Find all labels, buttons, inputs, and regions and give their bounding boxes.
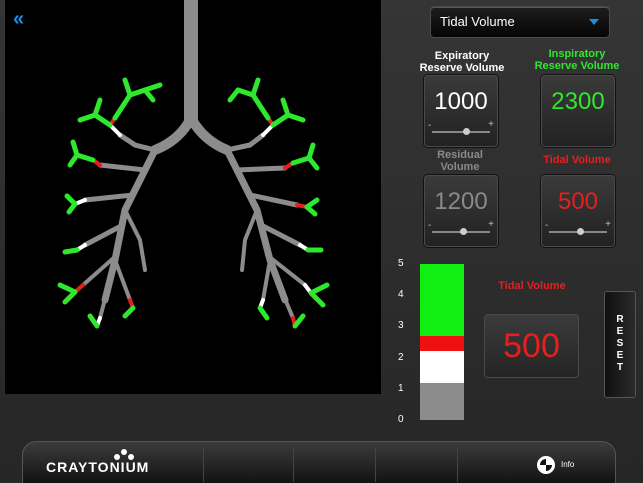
bar-segment-expiratory-reserve xyxy=(420,351,464,383)
lung-diagram-panel: « xyxy=(5,0,381,394)
erv-plus[interactable]: + xyxy=(488,119,494,130)
tidal-display-value: 500 xyxy=(503,327,560,365)
tidal-display-box: 500 xyxy=(484,314,579,378)
dropdown-selected-label: Tidal Volume xyxy=(440,14,515,29)
erv-label-line1: Expiratory xyxy=(434,50,490,62)
airway-trunk xyxy=(81,0,307,320)
info-lifebuoy-icon[interactable] xyxy=(537,456,555,474)
irv-label-line1: Inspiratory xyxy=(548,48,606,60)
view-select-dropdown[interactable]: Tidal Volume xyxy=(430,6,610,38)
irv-label: Inspiratory Reserve Volume xyxy=(532,48,622,72)
tv-value-box[interactable]: 500 - + xyxy=(541,175,615,247)
rv-label-line2: Volume xyxy=(440,161,480,173)
irv-label-line2: Reserve Volume xyxy=(534,60,620,72)
logo-dots-icon xyxy=(114,449,134,460)
bar-segment-inspiratory-reserve xyxy=(420,264,464,336)
bar-axis-tick: 5 xyxy=(398,258,404,269)
info-label[interactable]: Info xyxy=(561,460,574,469)
rv-slider-knob[interactable] xyxy=(460,228,468,235)
bar-axis-tick: 3 xyxy=(398,320,404,332)
erv-label-line2: Reserve Volume xyxy=(419,62,505,74)
erv-slider-track[interactable] xyxy=(432,131,490,133)
irv-value-box: 2300 xyxy=(541,75,615,147)
bar-axis-tick: 2 xyxy=(398,351,404,363)
tv-plus[interactable]: + xyxy=(605,219,611,230)
tv-label: Tidal Volume xyxy=(543,154,611,166)
bar-axis-tick: 4 xyxy=(398,289,404,301)
lung-airways-illustration xyxy=(57,0,330,329)
airway-branch-tips xyxy=(73,116,313,328)
irv-value: 2300 xyxy=(551,88,605,115)
toolbar-divider xyxy=(457,448,458,482)
erv-slider-knob[interactable] xyxy=(463,128,471,135)
rv-plus[interactable]: + xyxy=(488,219,494,230)
rv-label: Residual Volume xyxy=(418,149,502,173)
erv-value-box[interactable]: 1000 - + xyxy=(424,75,498,147)
toolbar-divider xyxy=(375,448,376,482)
rv-value-box[interactable]: 1200 - + xyxy=(424,175,498,247)
tv-minus[interactable]: - xyxy=(545,220,548,231)
tv-value: 500 xyxy=(557,188,599,215)
reset-button[interactable]: RESET xyxy=(604,291,636,398)
tidal-display-label: Tidal Volume xyxy=(498,280,566,292)
rv-value: 1200 xyxy=(434,188,488,215)
bar-axis-tick: 1 xyxy=(398,382,404,394)
bar-segment-residual xyxy=(420,382,464,420)
tv-slider-knob[interactable] xyxy=(577,228,585,235)
bar-axis-tick: 0 xyxy=(398,414,404,425)
erv-value: 1000 xyxy=(434,88,488,115)
rv-minus[interactable]: - xyxy=(428,220,431,231)
toolbar-divider xyxy=(203,448,204,482)
bar-segment-tidal xyxy=(420,335,464,352)
erv-minus[interactable]: - xyxy=(428,120,431,131)
reset-label: RESET xyxy=(616,314,624,373)
erv-label: Expiratory Reserve Volume xyxy=(416,50,508,74)
toolbar-divider xyxy=(293,448,294,482)
chevron-down-icon xyxy=(589,19,599,25)
rv-label-line1: Residual xyxy=(437,149,483,161)
